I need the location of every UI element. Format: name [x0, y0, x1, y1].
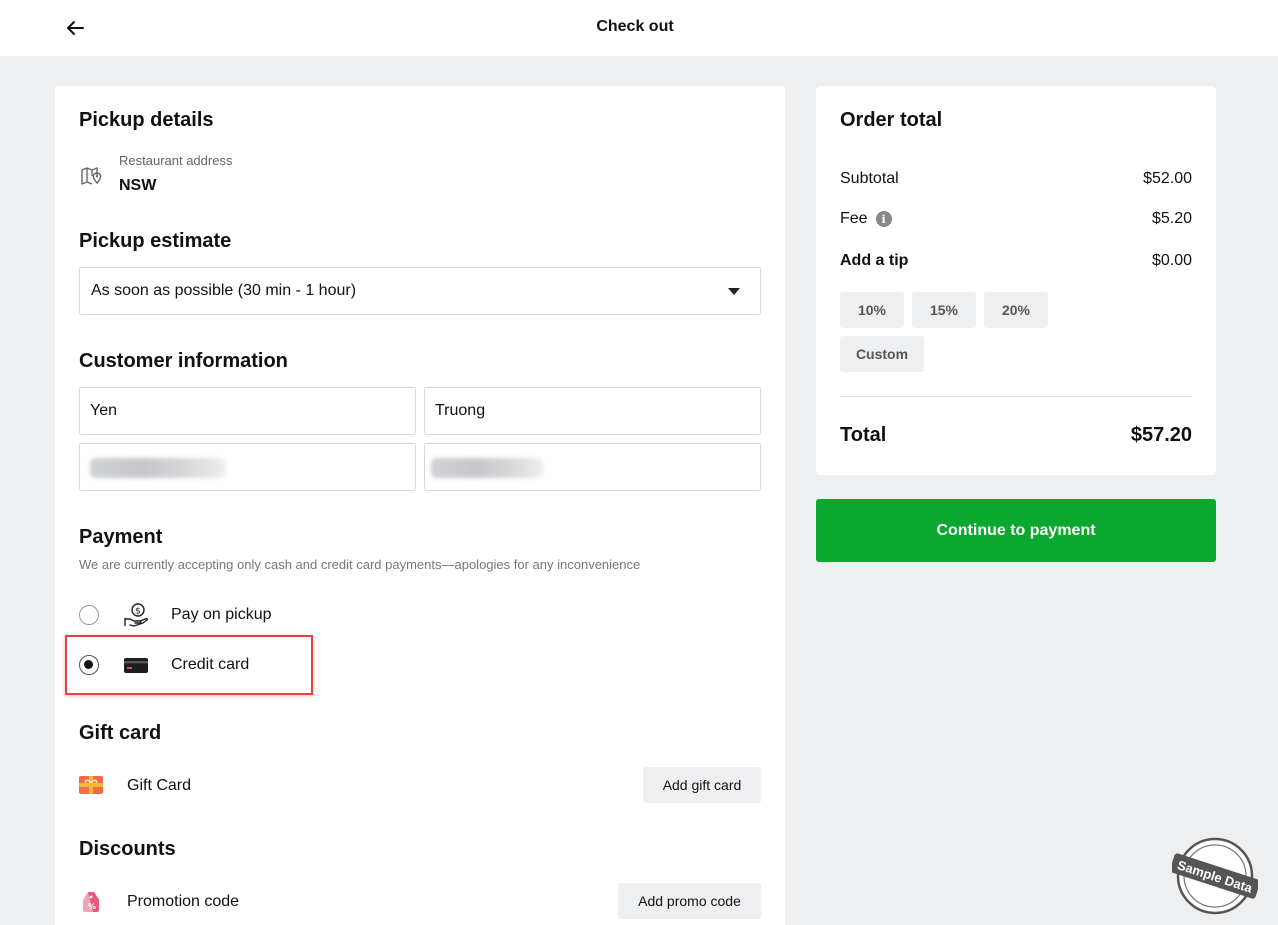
cash-hand-icon: $	[124, 603, 148, 627]
order-total-card: Order total Subtotal $52.00 Fee i $5.20 …	[816, 86, 1216, 475]
first-name-value: Yen	[90, 402, 117, 419]
phone-field[interactable]	[424, 443, 761, 491]
last-name-value: Truong	[435, 402, 486, 419]
payment-option-pay-on-pickup[interactable]: $ Pay on pickup	[79, 600, 272, 630]
pay-on-pickup-label: Pay on pickup	[171, 606, 272, 623]
payment-note: We are currently accepting only cash and…	[79, 557, 641, 572]
promo-tag-icon: %	[83, 892, 99, 912]
pickup-estimate-heading: Pickup estimate	[79, 230, 232, 252]
svg-text:$: $	[135, 607, 141, 617]
add-promo-code-button[interactable]: Add promo code	[618, 883, 761, 919]
add-gift-card-button[interactable]: Add gift card	[643, 767, 761, 803]
fee-value: $5.20	[1151, 210, 1192, 227]
order-total-heading: Order total	[840, 109, 943, 131]
fee-label: Fee	[840, 210, 868, 227]
redacted-phone	[431, 458, 543, 478]
tip-10-button[interactable]: 10%	[840, 292, 904, 328]
map-pin-icon	[81, 167, 102, 185]
total-value: $57.20	[1130, 424, 1192, 446]
promotion-code-label: Promotion code	[127, 893, 240, 910]
tip-label: Add a tip	[840, 252, 909, 269]
customer-information-heading: Customer information	[79, 350, 288, 372]
pickup-time-value: As soon as possible (30 min - 1 hour)	[91, 282, 357, 299]
divider	[840, 396, 1192, 397]
email-field[interactable]	[79, 443, 416, 491]
pickup-time-select[interactable]: As soon as possible (30 min - 1 hour)	[79, 267, 761, 315]
redacted-email	[90, 458, 226, 478]
page-title: Check out	[596, 18, 674, 35]
payment-heading: Payment	[79, 526, 163, 548]
tip-value: $0.00	[1151, 252, 1192, 269]
credit-card-highlight	[65, 635, 313, 695]
first-name-field[interactable]: Yen	[79, 387, 416, 435]
discounts-heading: Discounts	[79, 838, 176, 860]
restaurant-address-value: NSW	[119, 177, 157, 194]
gift-card-icon	[79, 776, 103, 794]
checkout-details-card: Pickup details Restaurant address NSW Pi…	[55, 86, 785, 925]
svg-text:%: %	[88, 902, 96, 911]
restaurant-address-label: Restaurant address	[119, 153, 233, 168]
subtotal-label: Subtotal	[840, 170, 899, 187]
top-bar: Check out	[0, 0, 1278, 56]
tip-15-button[interactable]: 15%	[912, 292, 976, 328]
info-icon[interactable]: i	[875, 211, 892, 227]
gift-card-heading: Gift card	[79, 722, 162, 744]
pickup-details-heading: Pickup details	[79, 109, 214, 131]
gift-card-label: Gift Card	[127, 777, 192, 794]
continue-to-payment-button[interactable]: Continue to payment	[816, 499, 1216, 562]
last-name-field[interactable]: Truong	[424, 387, 761, 435]
fee-label-group: Fee i	[840, 210, 892, 228]
pay-on-pickup-radio[interactable]	[79, 605, 99, 625]
subtotal-value: $52.00	[1143, 170, 1192, 187]
tip-custom-button[interactable]: Custom	[840, 336, 924, 372]
caret-down-icon	[728, 288, 740, 295]
sample-data-stamp: Sample Data	[1172, 837, 1258, 915]
tip-20-button[interactable]: 20%	[984, 292, 1048, 328]
total-label: Total	[840, 424, 887, 446]
